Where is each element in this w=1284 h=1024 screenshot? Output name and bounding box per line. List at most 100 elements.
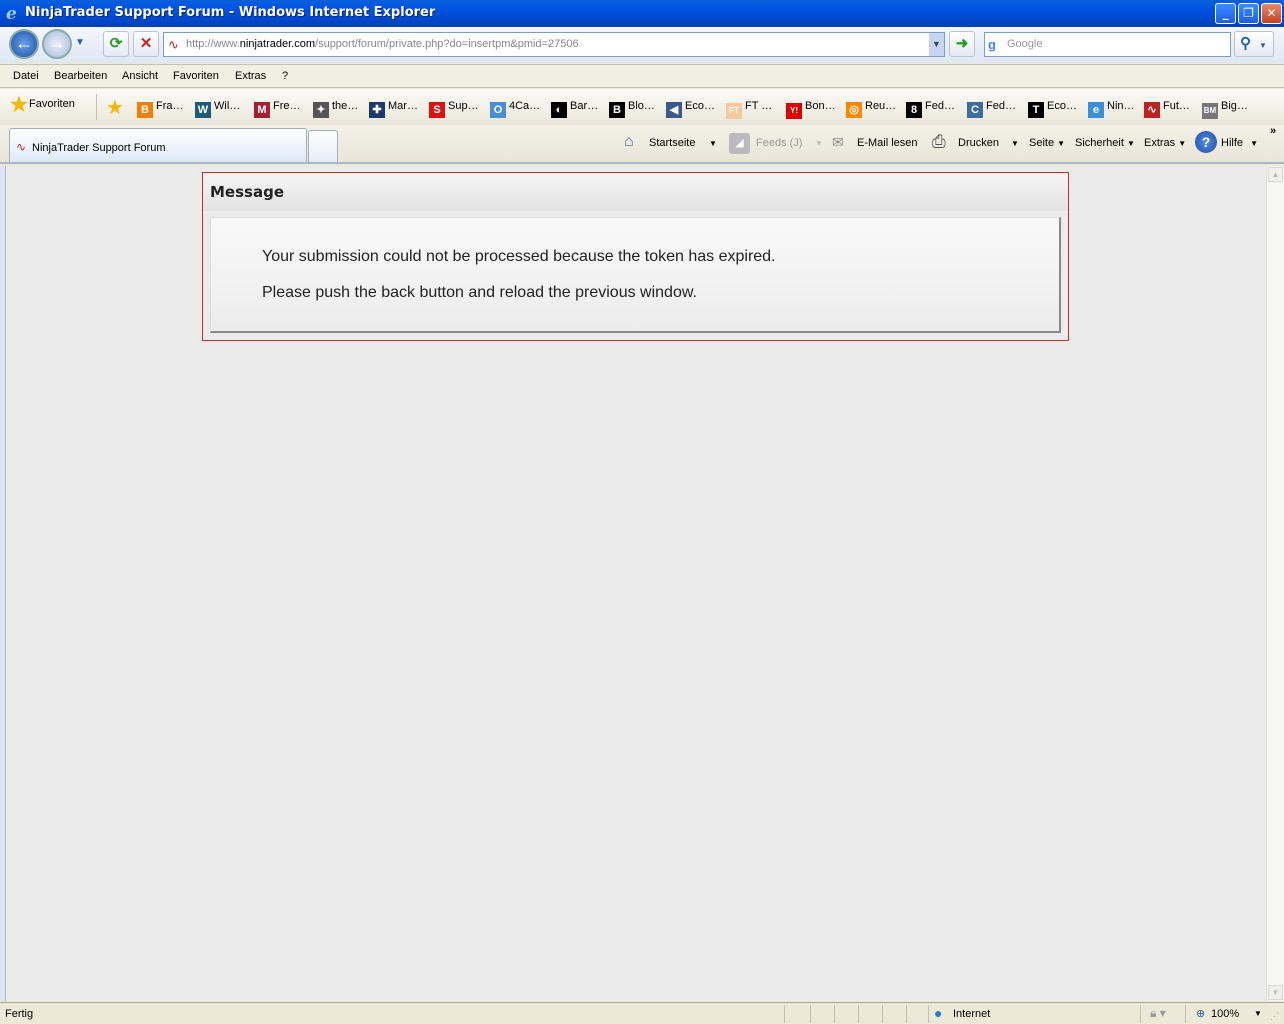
favorite-label: Bar… bbox=[570, 100, 599, 112]
favorite-link[interactable]: B Fra… bbox=[137, 100, 184, 118]
tab-label: NinjaTrader Support Forum bbox=[32, 142, 166, 154]
status-bar: Fertig ● Internet 🔒︎ ▾ ⊕ 100% ▼ ⋰ bbox=[0, 1002, 1284, 1024]
favorite-link[interactable]: C Fed… bbox=[967, 100, 1016, 118]
site-icon: ◀ bbox=[666, 102, 682, 118]
message-panel: Message Your submission could not be pro… bbox=[202, 172, 1069, 341]
restore-button[interactable]: ❐ bbox=[1238, 3, 1259, 24]
menu-datei[interactable]: Datei bbox=[13, 70, 39, 82]
favorite-link[interactable]: 8 Fed… bbox=[906, 100, 955, 118]
zoom-dropdown-icon[interactable]: ▼ bbox=[1254, 1009, 1262, 1018]
stop-button[interactable]: ✕ bbox=[133, 31, 159, 57]
tab-row: ∿ NinjaTrader Support Forum ⌂ Startseite… bbox=[0, 125, 1284, 164]
back-button[interactable]: ← bbox=[9, 29, 39, 59]
page-menu[interactable]: Seite ▼ bbox=[1029, 137, 1065, 149]
go-button[interactable]: ➜ bbox=[949, 31, 975, 57]
menu-bearbeiten[interactable]: Bearbeiten bbox=[54, 70, 107, 82]
home-dropdown-icon[interactable]: ▼ bbox=[709, 139, 717, 148]
address-dropdown-icon[interactable]: ▼ bbox=[929, 33, 944, 56]
scroll-up-icon[interactable]: ▲ bbox=[1268, 167, 1283, 182]
favorite-label: the… bbox=[332, 100, 359, 112]
favorite-link[interactable]: ∿ Fut… bbox=[1144, 100, 1190, 118]
search-input[interactable]: g Google bbox=[984, 32, 1231, 57]
add-favorite-icon[interactable]: ★ bbox=[106, 95, 124, 120]
safety-menu[interactable]: Sicherheit ▼ bbox=[1075, 137, 1135, 149]
site-icon: ✦ bbox=[313, 102, 329, 118]
resize-grip[interactable]: ⋰ bbox=[1270, 1011, 1279, 1022]
minimize-button[interactable]: _ bbox=[1215, 3, 1236, 24]
favorite-link[interactable]: M Fre… bbox=[254, 100, 301, 118]
menu-extras[interactable]: Extras bbox=[235, 70, 266, 82]
favorite-label: Bon… bbox=[805, 100, 836, 112]
favorite-link[interactable]: B Blo… bbox=[609, 100, 655, 118]
favorite-label: Fut… bbox=[1163, 100, 1190, 112]
favorite-link[interactable]: ✚ Mar… bbox=[369, 100, 418, 118]
close-button[interactable]: ✕ bbox=[1261, 3, 1282, 24]
site-icon: BM bbox=[1202, 103, 1218, 119]
read-mail-button[interactable]: E-Mail lesen bbox=[857, 137, 918, 149]
message-title: Message bbox=[203, 173, 1068, 211]
favorite-link[interactable]: ◎ Reu… bbox=[846, 100, 896, 118]
history-dropdown-icon[interactable]: ▼ bbox=[75, 37, 85, 48]
favorite-link[interactable]: ◀ Eco… bbox=[666, 100, 715, 118]
home-button[interactable]: Startseite bbox=[649, 137, 695, 149]
favorite-label: Eco… bbox=[1047, 100, 1077, 112]
tools-menu[interactable]: Extras ▼ bbox=[1144, 137, 1186, 149]
favorite-label: Eco… bbox=[685, 100, 715, 112]
vertical-scrollbar[interactable]: ▲ ▼ bbox=[1266, 166, 1284, 1001]
menu-help[interactable]: ? bbox=[282, 70, 288, 82]
favorite-link[interactable]: T Eco… bbox=[1028, 100, 1077, 118]
favorite-link[interactable]: O 4Ca… bbox=[490, 100, 540, 118]
favorite-link[interactable]: Y! Bon… bbox=[786, 100, 836, 119]
nyt-icon: T bbox=[1028, 102, 1044, 118]
window-title: NinjaTrader Support Forum - Windows Inte… bbox=[25, 5, 436, 20]
page-label: Seite bbox=[1029, 137, 1055, 149]
printer-icon: ⎙ bbox=[932, 132, 946, 151]
favorite-label: Sup… bbox=[448, 100, 479, 112]
star-icon: ★ bbox=[10, 94, 28, 116]
more-chevron-icon[interactable]: » bbox=[1270, 125, 1276, 137]
menu-ansicht[interactable]: Ansicht bbox=[122, 70, 158, 82]
search-button[interactable]: ⚲ ▼ bbox=[1234, 31, 1274, 57]
wikipedia-icon: W bbox=[195, 102, 211, 118]
menu-bar: Datei Bearbeiten Ansicht Favoriten Extra… bbox=[0, 64, 1284, 88]
protected-mode-icon[interactable]: 🔒︎ ▾ bbox=[1150, 1006, 1166, 1021]
favorite-label: Reu… bbox=[865, 100, 897, 112]
favorites-button[interactable]: ★Favoriten bbox=[10, 94, 75, 116]
refresh-button[interactable]: ⟳ bbox=[103, 31, 129, 57]
forward-button[interactable]: → bbox=[42, 29, 72, 59]
favorites-bar: ★Favoriten ★ B Fra… W Wil… M Fre… ✦ the… ✚ Mar… S S… bbox=[0, 89, 1284, 125]
site-icon: S bbox=[429, 102, 445, 118]
title-bar: e NinjaTrader Support Forum - Windows In… bbox=[0, 0, 1284, 27]
address-bar[interactable]: ∿ http://www.ninjatrader.com/support/for… bbox=[163, 32, 945, 57]
favorite-link[interactable]: e Nin… bbox=[1088, 100, 1135, 118]
favorite-link[interactable]: W Wil… bbox=[195, 100, 240, 118]
favorite-label: Big… bbox=[1221, 100, 1248, 112]
favorite-link[interactable]: BM Big… bbox=[1202, 100, 1248, 119]
new-tab-button[interactable] bbox=[308, 130, 338, 162]
site-icon: O bbox=[490, 102, 506, 118]
zoom-level[interactable]: 100% bbox=[1211, 1008, 1239, 1020]
feeds-button[interactable]: Feeds (J) bbox=[756, 137, 802, 149]
ie-icon: e bbox=[6, 4, 17, 24]
favorite-label: Wil… bbox=[214, 100, 241, 112]
favorite-link[interactable]: ✦ the… bbox=[313, 100, 358, 118]
favorite-link[interactable]: ◐ Bar… bbox=[551, 100, 598, 118]
favorite-link[interactable]: S Sup… bbox=[429, 100, 479, 118]
mit-ocw-icon: M bbox=[254, 102, 270, 118]
scroll-down-icon[interactable]: ▼ bbox=[1268, 985, 1283, 1000]
message-line-1: Your submission could not be processed b… bbox=[262, 248, 776, 265]
home-icon: ⌂ bbox=[624, 133, 634, 150]
security-zone: Internet bbox=[953, 1008, 991, 1020]
favorite-label: FT … bbox=[745, 100, 773, 112]
print-button[interactable]: Drucken bbox=[958, 137, 999, 149]
url-path: /support/forum/private.php?do=insertpm&p… bbox=[315, 38, 579, 50]
yahoo-icon: Y! bbox=[786, 103, 802, 119]
ie-page-icon: e bbox=[1088, 102, 1104, 118]
menu-favoriten[interactable]: Favoriten bbox=[173, 70, 219, 82]
print-dropdown-icon[interactable]: ▼ bbox=[1011, 139, 1019, 148]
reuters-icon: ◎ bbox=[846, 102, 862, 118]
favorite-link[interactable]: FT FT … bbox=[726, 100, 772, 119]
help-menu[interactable]: Hilfe ▼ bbox=[1221, 137, 1258, 149]
tools-label: Extras bbox=[1144, 137, 1176, 149]
tab-ninjatrader[interactable]: ∿ NinjaTrader Support Forum bbox=[9, 128, 307, 162]
